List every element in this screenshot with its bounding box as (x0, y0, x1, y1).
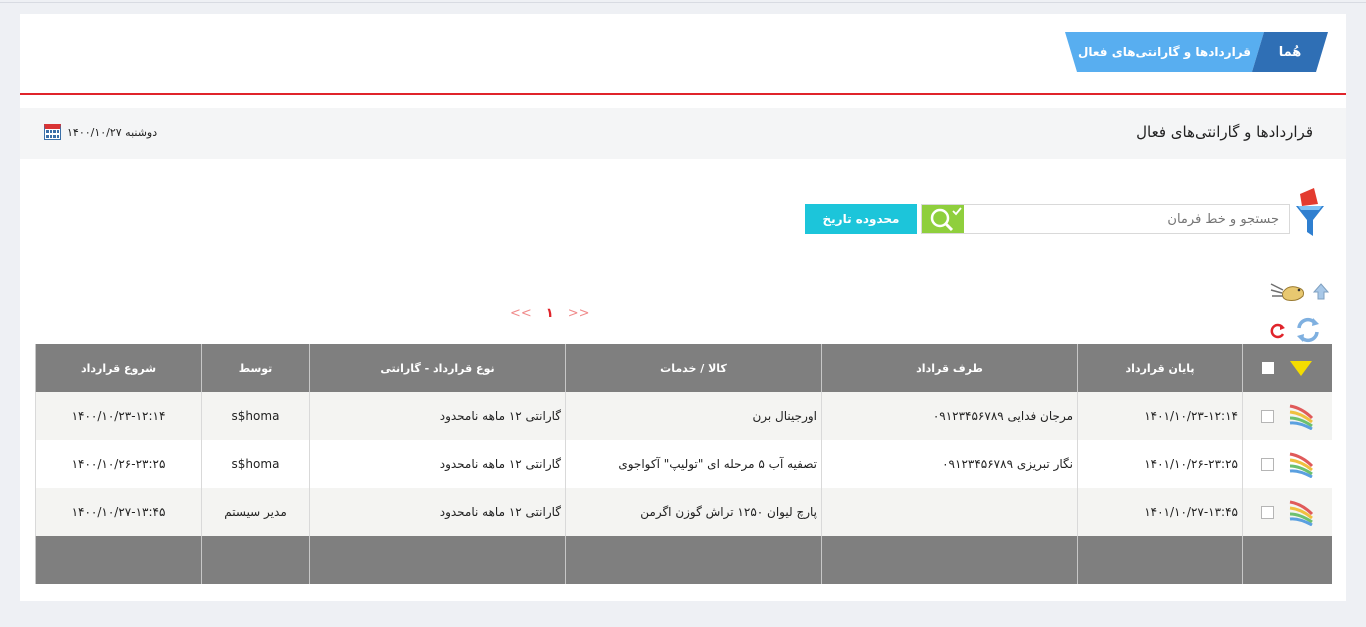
footer-cell (1242, 536, 1332, 584)
cell-goods: اورجینال برن (565, 392, 822, 440)
row-select-cell (1242, 488, 1332, 536)
cell-start-date: ۱۴۰۰/۱۰/۲۶-۲۳:۲۵ (35, 440, 202, 488)
cell-start-date: ۱۴۰۰/۱۰/۲۳-۱۲:۱۴ (35, 392, 202, 440)
cell-party: نگار تبریزی ۰۹۱۲۳۴۵۶۷۸۹ (821, 440, 1078, 488)
search-button[interactable] (922, 205, 964, 233)
row-checkbox[interactable] (1260, 505, 1274, 519)
cell-by: s$homa (201, 392, 310, 440)
table-footer-row (35, 536, 1332, 584)
cell-end-date: ۱۴۰۱/۱۰/۲۶-۲۳:۲۵ (1077, 440, 1243, 488)
contracts-table: پایان قرارداد طرف قراداد کالا / خدمات نو… (35, 344, 1332, 584)
row-checkbox[interactable] (1260, 457, 1274, 471)
cell-type: گارانتی ۱۲ ماهه نامحدود (309, 440, 566, 488)
pagination: << ۱ >> (510, 306, 590, 321)
rainbow-icon[interactable] (1288, 450, 1314, 478)
cell-goods: پارچ لیوان ۱۲۵۰ تراش گوزن اگرمن (565, 488, 822, 536)
title-bar: قراردادها و گارانتی‌های فعال دوشنبه ۱۴۰۰… (20, 108, 1346, 159)
main-card: قراردادها و گارانتی‌های فعال هُما قراردا… (20, 14, 1346, 601)
reload-icon[interactable] (1267, 320, 1289, 342)
search-input[interactable] (964, 205, 1289, 233)
select-all-checkbox[interactable] (1262, 362, 1275, 374)
col-by[interactable]: توسط (201, 344, 310, 392)
cell-party: مرجان فدایی ۰۹۱۲۳۴۵۶۷۸۹ (821, 392, 1078, 440)
col-end-date[interactable]: پایان قرارداد (1077, 344, 1243, 392)
pager-prev[interactable]: << (510, 306, 532, 321)
calendar-icon[interactable] (44, 124, 61, 140)
col-goods[interactable]: کالا / خدمات (565, 344, 822, 392)
cell-type: گارانتی ۱۲ ماهه نامحدود (309, 488, 566, 536)
pager-current[interactable]: ۱ (546, 306, 554, 321)
breadcrumb-home[interactable]: هُما (1252, 32, 1328, 72)
cell-goods: تصفیه آب ۵ مرحله ای "تولیپ" آکواجوی (565, 440, 822, 488)
row-checkbox[interactable] (1260, 409, 1274, 423)
header-divider (20, 93, 1346, 95)
col-start-date[interactable]: شروع قرارداد (35, 344, 202, 392)
refresh-icon[interactable] (1293, 316, 1323, 344)
bird-icon[interactable] (1269, 278, 1309, 306)
table-row[interactable]: ۱۴۰۱/۱۰/۲۶-۲۳:۲۵ نگار تبریزی ۰۹۱۲۳۴۵۶۷۸۹… (35, 440, 1332, 488)
footer-cell (35, 536, 202, 584)
cell-by: s$homa (201, 440, 310, 488)
footer-cell (309, 536, 566, 584)
rainbow-icon[interactable] (1288, 498, 1314, 526)
table-row[interactable]: ۱۴۰۱/۱۰/۲۳-۱۲:۱۴ مرجان فدایی ۰۹۱۲۳۴۵۶۷۸۹… (35, 392, 1332, 440)
breadcrumb: قراردادها و گارانتی‌های فعال هُما (20, 14, 1346, 93)
magnifier-icon (930, 207, 962, 232)
funnel-filter-icon[interactable] (1292, 186, 1328, 240)
breadcrumb-current[interactable]: قراردادها و گارانتی‌های فعال (1065, 32, 1264, 72)
current-date: دوشنبه ۱۴۰۰/۱۰/۲۷ (67, 125, 158, 139)
row-select-cell (1242, 392, 1332, 440)
footer-cell (1077, 536, 1243, 584)
cell-start-date: ۱۴۰۰/۱۰/۲۷-۱۳:۴۵ (35, 488, 202, 536)
upload-icon[interactable] (1311, 282, 1331, 302)
footer-cell (821, 536, 1078, 584)
rainbow-icon[interactable] (1288, 402, 1314, 430)
cell-by: مدیر سیستم (201, 488, 310, 536)
date-range-button[interactable]: محدوده تاریخ (805, 204, 917, 234)
cell-party (821, 488, 1078, 536)
row-select-cell (1242, 440, 1332, 488)
top-border (0, 2, 1366, 3)
page-title: قراردادها و گارانتی‌های فعال (1136, 123, 1313, 141)
col-party[interactable]: طرف قراداد (821, 344, 1078, 392)
table-row[interactable]: ۱۴۰۱/۱۰/۲۷-۱۳:۴۵ پارچ لیوان ۱۲۵۰ تراش گو… (35, 488, 1332, 536)
triangle-down-icon[interactable] (1290, 360, 1313, 376)
toolbar-icons (1267, 276, 1333, 344)
cell-end-date: ۱۴۰۱/۱۰/۲۷-۱۳:۴۵ (1077, 488, 1243, 536)
cell-end-date: ۱۴۰۱/۱۰/۲۳-۱۲:۱۴ (1077, 392, 1243, 440)
footer-cell (201, 536, 310, 584)
table-header-row: پایان قرارداد طرف قراداد کالا / خدمات نو… (35, 344, 1332, 392)
col-type[interactable]: نوع قرارداد - گارانتی (309, 344, 566, 392)
footer-cell (565, 536, 822, 584)
date-display: دوشنبه ۱۴۰۰/۱۰/۲۷ (44, 124, 157, 140)
search-box (921, 204, 1290, 234)
cell-type: گارانتی ۱۲ ماهه نامحدود (309, 392, 566, 440)
pager-next[interactable]: >> (568, 306, 590, 321)
header-select[interactable] (1242, 344, 1332, 392)
